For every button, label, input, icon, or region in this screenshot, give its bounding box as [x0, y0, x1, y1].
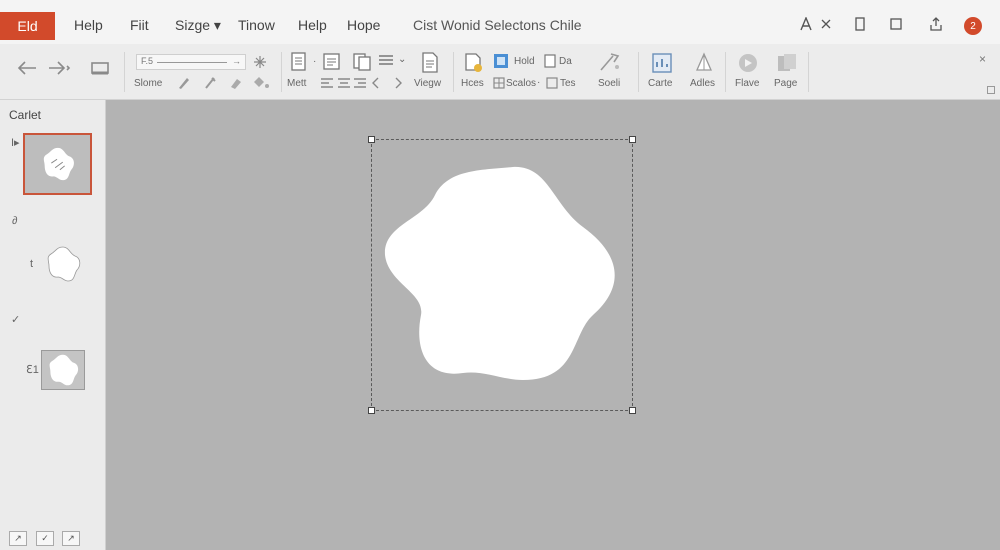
thumbnail-1[interactable]: [23, 133, 92, 195]
resize-handle-bottom-left[interactable]: [368, 407, 375, 414]
label-tes[interactable]: Tes: [560, 78, 576, 89]
magic-wand-icon[interactable]: [598, 52, 622, 72]
side-mark-5: ℇ1: [26, 364, 39, 376]
menu-tinow[interactable]: Tinow: [238, 17, 275, 33]
eraser-icon[interactable]: [229, 76, 243, 90]
brush-icon[interactable]: [203, 76, 217, 90]
thumbnail-2[interactable]: [43, 244, 83, 284]
page-setup-icon[interactable]: [776, 52, 798, 74]
font-icon[interactable]: [798, 16, 814, 32]
slider-value: F.5: [141, 56, 154, 66]
sail-icon[interactable]: [694, 52, 714, 74]
ribbon-divider: [638, 52, 639, 92]
page-icon[interactable]: [546, 77, 558, 89]
sparkle-icon[interactable]: [253, 55, 267, 69]
blob-shape-icon: [47, 246, 81, 282]
list-icon[interactable]: [378, 54, 394, 68]
chevron-right-icon[interactable]: [393, 77, 403, 89]
document-icon[interactable]: [852, 16, 868, 32]
label-flave: Flave: [735, 78, 760, 89]
blob-shape-icon: [43, 147, 74, 181]
label-page: Page: [774, 78, 798, 89]
menu-help-2[interactable]: Help: [298, 17, 327, 33]
notification-badge[interactable]: 2: [964, 17, 982, 35]
resize-handle-top-left[interactable]: [368, 136, 375, 143]
video-icon[interactable]: [737, 52, 759, 74]
label-scalos[interactable]: Scalos: [506, 78, 536, 89]
ribbon-divider: [453, 52, 454, 92]
dropdown-glyph[interactable]: ·: [313, 56, 316, 67]
check-icon: ✓: [11, 314, 21, 326]
panel-title: Carlet: [9, 108, 42, 122]
share-icon[interactable]: [928, 16, 944, 32]
monitor-icon[interactable]: [90, 60, 110, 76]
resize-handle-bottom-right[interactable]: [629, 407, 636, 414]
label-da[interactable]: Da: [559, 56, 572, 67]
ribbon-divider: [124, 52, 125, 92]
label-hold[interactable]: Hold: [514, 56, 535, 67]
chart-icon[interactable]: [651, 52, 673, 74]
view-document-icon[interactable]: [420, 52, 440, 74]
menu-fiit[interactable]: Fiit: [130, 17, 149, 33]
side-mark-3: t: [30, 258, 34, 270]
window-icon[interactable]: [888, 16, 904, 32]
blob-shape-icon: [49, 354, 79, 386]
document-title: Cist Wonid Selectons Chile: [413, 17, 582, 33]
ribbon-divider: [281, 52, 282, 92]
back-arrow-icon[interactable]: [16, 60, 38, 76]
panel-button-3[interactable]: ↗: [62, 531, 80, 546]
chevron-left-icon[interactable]: [371, 77, 381, 89]
drawing-canvas[interactable]: [107, 101, 1000, 550]
expand-ribbon-icon[interactable]: [987, 86, 995, 94]
text-box-icon[interactable]: [322, 52, 342, 72]
slider-arrow: →: [232, 56, 241, 66]
align-right-icon[interactable]: [353, 77, 367, 89]
menu-sizge[interactable]: Sizge ▾: [175, 17, 221, 34]
close-ribbon-icon[interactable]: ×: [979, 52, 986, 66]
fill-bucket-icon[interactable]: [252, 76, 270, 90]
resize-handle-top-right[interactable]: [629, 136, 636, 143]
blob-shape-path[interactable]: [384, 166, 615, 380]
slides-panel: Carlet I▸ ∂ t ✓ ℇ1 ↗ ✓ ↗: [0, 100, 106, 550]
menu-help[interactable]: Help: [74, 17, 103, 33]
side-mark-2: ∂: [12, 215, 18, 227]
shapes-icon[interactable]: [463, 52, 485, 74]
align-center-icon[interactable]: [337, 77, 351, 89]
ribbon-divider: [725, 52, 726, 92]
align-left-icon[interactable]: [320, 77, 334, 89]
slider-track[interactable]: [157, 62, 227, 63]
label-hces: Hces: [461, 78, 484, 89]
grid-icon[interactable]: [493, 77, 505, 89]
image-icon[interactable]: [493, 53, 509, 69]
cursor-icon: I▸: [11, 137, 20, 149]
small-document-icon[interactable]: [544, 54, 556, 68]
label-mett: Mett: [287, 78, 307, 89]
menu-hope[interactable]: Hope: [347, 17, 380, 33]
dropdown-glyph[interactable]: ⌄: [398, 54, 406, 65]
label-viegw: Viegw: [414, 78, 442, 89]
forward-arrow-icon[interactable]: [47, 60, 71, 76]
panel-button-2[interactable]: ✓: [36, 531, 54, 546]
label-adles: Adles: [690, 78, 716, 89]
page-layout-icon[interactable]: [290, 52, 308, 72]
size-slider[interactable]: F.5 →: [136, 54, 246, 70]
ribbon-divider: [808, 52, 809, 92]
label-carte: Carte: [648, 78, 673, 89]
panel-button-1[interactable]: ↗: [9, 531, 27, 546]
copy-icon[interactable]: [352, 52, 372, 72]
blob-shape[interactable]: [383, 165, 619, 383]
collapse-icon[interactable]: [818, 16, 834, 32]
menu-bar: Eld Help Fiit Sizge ▾ Tinow Help Hope Ci…: [0, 0, 1000, 44]
thumbnail-3[interactable]: [41, 350, 85, 390]
pencil-icon[interactable]: [177, 76, 191, 90]
label-slome: Slome: [134, 78, 163, 89]
label-soeli: Soeli: [598, 78, 621, 89]
app-badge[interactable]: Eld: [0, 12, 55, 40]
dropdown-glyph[interactable]: ·: [537, 77, 540, 88]
